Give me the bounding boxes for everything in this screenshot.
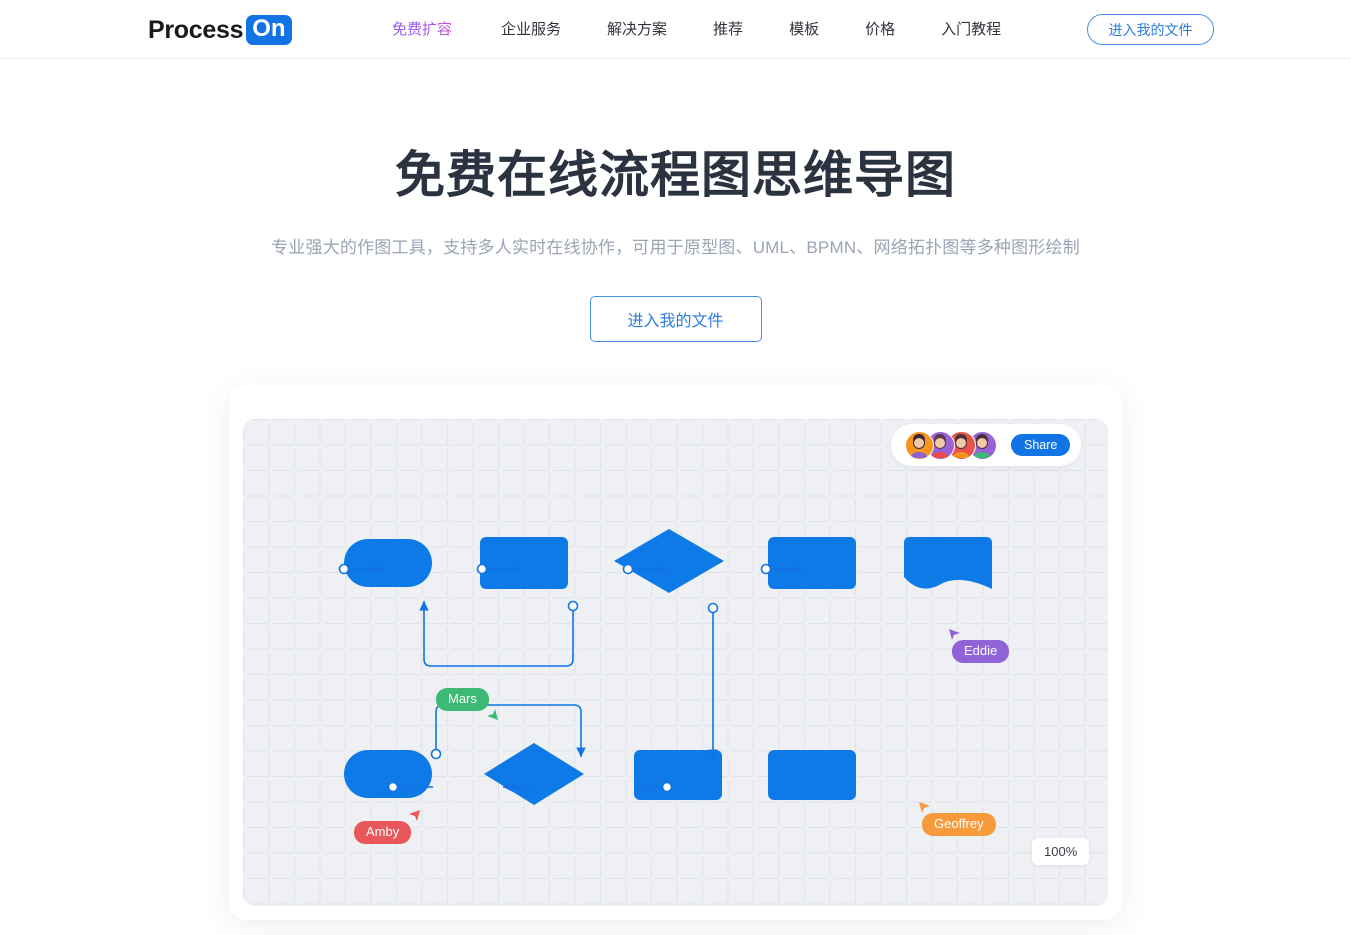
collaborator-cursor: Eddie bbox=[949, 629, 1010, 664]
flow-shape-terminator-pill[interactable] bbox=[344, 750, 432, 798]
collaborator-cursor: Geoffrey bbox=[919, 802, 996, 837]
logo-text: Process bbox=[148, 15, 244, 44]
collaborator-cursor: Mars bbox=[436, 688, 498, 721]
flow-shape-document-wave[interactable] bbox=[904, 537, 992, 589]
flow-shape-process-rect[interactable] bbox=[634, 750, 722, 800]
flow-shape-process-rect[interactable] bbox=[768, 750, 856, 800]
nav-item-templates[interactable]: 模板 bbox=[766, 0, 842, 59]
share-button[interactable]: Share bbox=[1011, 434, 1071, 456]
avatar-group bbox=[905, 430, 997, 460]
collaborator-name-label: Mars bbox=[436, 688, 489, 712]
logo[interactable]: Process On bbox=[148, 13, 292, 47]
logo-badge: On bbox=[246, 15, 292, 45]
flow-shape-terminator-pill[interactable] bbox=[344, 539, 432, 587]
nav-item-tutorial[interactable]: 入门教程 bbox=[918, 0, 1024, 59]
diagram-canvas[interactable]: Share Eddie Mars Amby Geoffrey 100% bbox=[243, 419, 1108, 906]
nav-item-recommend[interactable]: 推荐 bbox=[690, 0, 766, 59]
cursor-arrow-icon bbox=[485, 702, 499, 721]
collaborators-bar: Share bbox=[891, 424, 1081, 466]
hero-my-files-button[interactable]: 进入我的文件 bbox=[589, 296, 762, 342]
zoom-level-indicator[interactable]: 100% bbox=[1032, 838, 1090, 865]
page-title: 免费在线流程图思维导图 bbox=[395, 147, 956, 203]
nav-item-solutions[interactable]: 解决方案 bbox=[584, 0, 690, 59]
main-nav: 免费扩容 企业服务 解决方案 推荐 模板 价格 入门教程 bbox=[392, 0, 1024, 59]
nav-item-free-upgrade[interactable]: 免费扩容 bbox=[392, 0, 478, 59]
cursor-arrow-icon bbox=[948, 628, 962, 647]
nav-item-enterprise[interactable]: 企业服务 bbox=[478, 0, 584, 59]
flow-shape-decision-diamond[interactable] bbox=[614, 529, 724, 593]
collaborator-name-label: Geoffrey bbox=[922, 813, 996, 837]
collaborator-cursor: Amby bbox=[354, 810, 421, 845]
flow-shape-process-rect[interactable] bbox=[768, 537, 856, 589]
flow-shape-decision-diamond[interactable] bbox=[484, 743, 584, 805]
avatar[interactable] bbox=[905, 430, 934, 460]
site-header: Process On 免费扩容 企业服务 解决方案 推荐 模板 价格 入门教程 … bbox=[0, 0, 1351, 59]
diagram-preview-card: Share Eddie Mars Amby Geoffrey 100% bbox=[229, 385, 1122, 920]
nav-item-pricing[interactable]: 价格 bbox=[842, 0, 918, 59]
hero-section: 免费在线流程图思维导图 专业强大的作图工具，支持多人实时在线协作，可用于原型图、… bbox=[0, 145, 1351, 342]
header-my-files-button[interactable]: 进入我的文件 bbox=[1087, 14, 1214, 45]
cursor-arrow-icon bbox=[918, 801, 932, 820]
flow-shape-process-rect[interactable] bbox=[480, 537, 568, 589]
cursor-arrow-icon bbox=[407, 809, 421, 828]
collaborator-name-label: Amby bbox=[354, 821, 412, 845]
hero-subtitle: 专业强大的作图工具，支持多人实时在线协作，可用于原型图、UML、BPMN、网络拓… bbox=[271, 238, 1080, 257]
